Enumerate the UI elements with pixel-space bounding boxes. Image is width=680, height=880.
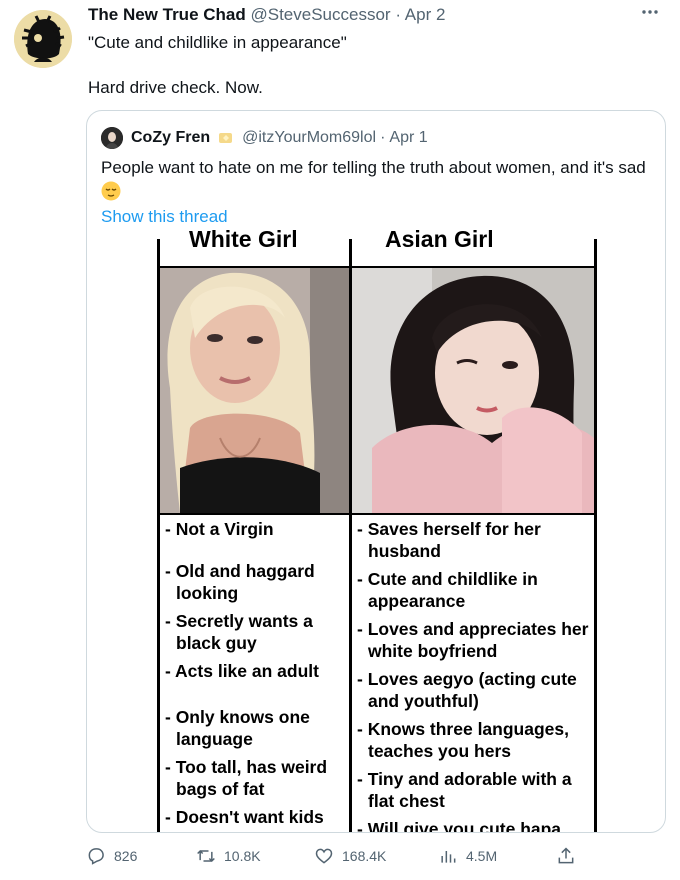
quoted-avatar[interactable] [101, 127, 123, 149]
list-item: - Secretly wants a black guy [165, 611, 313, 653]
list-item: - Tiny and adorable with a flat chest [357, 769, 572, 811]
views-button[interactable]: 4.5M [438, 846, 497, 866]
separator-dot: · [380, 129, 386, 146]
avatar[interactable] [14, 10, 72, 68]
quoted-tweet[interactable]: CoZy Fren @itzYourMom69lol · Apr 1 Peopl… [86, 110, 666, 833]
retweet-count: 10.8K [224, 848, 261, 864]
list-item: - Acts like an adult [165, 661, 319, 681]
like-count: 168.4K [342, 848, 387, 864]
sparkle-badge-icon [218, 130, 234, 146]
reply-count: 826 [114, 848, 138, 864]
tweet-header: The New True Chad @SteveSuccessor · Apr … [88, 5, 445, 25]
left-column-title: White Girl [189, 226, 298, 252]
share-button[interactable] [556, 846, 584, 866]
list-item: - Not a Virgin [165, 519, 274, 539]
list-item: - Only knows one language [165, 707, 310, 749]
action-bar: 826 10.8K 168.4K 4.5M [86, 846, 596, 870]
quoted-date[interactable]: Apr 1 [389, 129, 427, 147]
list-item: - Loves and appreciates her white boyfri… [357, 619, 589, 661]
reply-icon [88, 848, 104, 865]
left-photo [160, 268, 349, 513]
views-count: 4.5M [466, 848, 498, 864]
list-item: - Loves aegyo (acting cute and youthful) [357, 669, 577, 711]
list-item: - Will give you cute hapa daughters [357, 819, 562, 833]
share-icon [558, 847, 574, 864]
relieved-face-emoji [101, 181, 121, 201]
tweet-date[interactable]: Apr 2 [405, 5, 446, 24]
quoted-text: People want to hate on me for telling th… [101, 156, 656, 204]
views-chart-icon [441, 851, 456, 863]
reply-button[interactable]: 826 [86, 846, 137, 866]
comparison-image[interactable]: White Girl Asian Girl - Not a Virgin - O… [157, 226, 597, 833]
show-thread-link[interactable]: Show this thread [101, 207, 228, 227]
heart-icon [315, 848, 333, 864]
more-icon[interactable] [640, 2, 660, 28]
like-button[interactable]: 168.4K [314, 846, 386, 866]
right-photo [352, 268, 594, 513]
quoted-text-body: People want to hate on me for telling th… [101, 158, 646, 177]
right-column-title: Asian Girl [385, 226, 494, 252]
quoted-handle[interactable]: @itzYourMom69lol [242, 129, 376, 147]
tweet-text-line2: Hard drive check. Now. [88, 78, 263, 97]
list-item: - Cute and childlike in appearance [357, 569, 538, 611]
tweet-text-line1: "Cute and childlike in appearance" [88, 33, 347, 52]
quoted-tweet-header: CoZy Fren @itzYourMom69lol · Apr 1 [101, 127, 428, 149]
separator-dot: · [395, 5, 401, 24]
quoted-display-name[interactable]: CoZy Fren [131, 129, 210, 147]
retweet-icon [197, 849, 215, 863]
retweet-button[interactable]: 10.8K [196, 846, 261, 866]
list-item: - Saves herself for her husband [357, 519, 541, 561]
right-border [594, 239, 597, 832]
list-item: - Doesn't want kids [165, 807, 324, 827]
right-column-list: - Saves herself for her husband - Cute a… [357, 518, 593, 833]
user-handle[interactable]: @SteveSuccessor [250, 5, 390, 24]
list-item: - Knows three languages, teaches you her… [357, 719, 569, 761]
list-item: - Old and haggard looking [165, 561, 315, 603]
list-item: - Too tall, has weird bags of fat [165, 757, 328, 799]
photo-rule [157, 513, 597, 515]
display-name[interactable]: The New True Chad [88, 5, 246, 24]
left-column-list: - Not a Virgin - Old and haggard looking… [165, 518, 347, 832]
